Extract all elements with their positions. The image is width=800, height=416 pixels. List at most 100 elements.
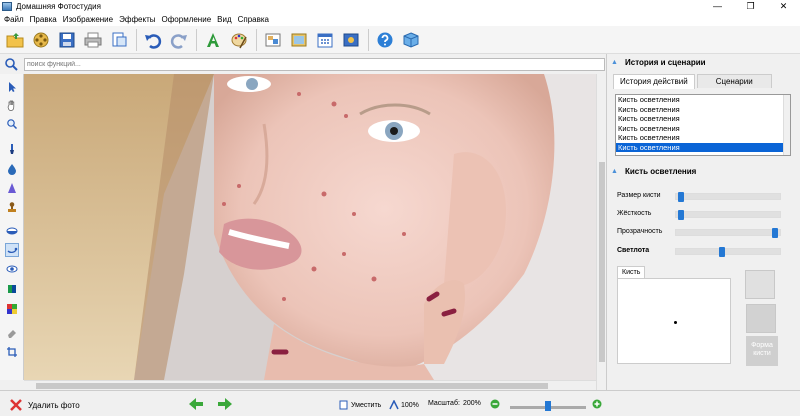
- help-button[interactable]: [374, 29, 396, 51]
- crop-icon: [7, 347, 17, 357]
- hand-tool[interactable]: [5, 98, 19, 112]
- export-button[interactable]: [108, 29, 130, 51]
- brush-icon: [10, 144, 14, 154]
- menu-design[interactable]: Оформление: [161, 15, 211, 24]
- zoom-in-button[interactable]: [592, 399, 602, 409]
- close-button[interactable]: ✕: [767, 0, 800, 13]
- slider-hardness[interactable]: Жёсткость: [617, 209, 787, 220]
- calendar-icon: [317, 33, 333, 47]
- redo-button[interactable]: [168, 29, 190, 51]
- menu-view[interactable]: Вид: [217, 15, 231, 24]
- stamp-tool[interactable]: [5, 200, 19, 214]
- slider-track[interactable]: [675, 192, 781, 202]
- print-button[interactable]: [82, 29, 104, 51]
- text-button[interactable]: [202, 29, 224, 51]
- brush-tool[interactable]: [5, 142, 19, 156]
- slider-knob[interactable]: [677, 192, 684, 202]
- maximize-button[interactable]: ❐: [734, 0, 767, 13]
- brush-header[interactable]: ▲ Кисть осветления: [611, 167, 696, 176]
- frame-button[interactable]: [288, 29, 310, 51]
- history-item[interactable]: Кисть осветления: [616, 105, 790, 115]
- history-item[interactable]: Кисть осветления: [616, 133, 790, 143]
- brush-shape-swatch[interactable]: [745, 270, 775, 299]
- red-eye-tool[interactable]: [5, 224, 19, 238]
- status-bar: Удалить фото Уместить 100% Масштаб: 200%: [0, 390, 800, 416]
- zoom-slider-knob[interactable]: [545, 401, 551, 411]
- blur-tool[interactable]: [5, 162, 19, 176]
- slider-lightness[interactable]: Светлота: [617, 246, 787, 257]
- dodge-tool[interactable]: [5, 243, 19, 257]
- next-photo-button[interactable]: [217, 397, 233, 411]
- menu-file[interactable]: Файл: [4, 15, 24, 24]
- brush-tab[interactable]: Кисть: [617, 266, 646, 278]
- water-drop-icon: [8, 164, 16, 175]
- slider-track[interactable]: [675, 247, 781, 257]
- toolbar-separator: [256, 28, 257, 51]
- history-item[interactable]: Кисть осветления: [616, 124, 790, 134]
- slider-track[interactable]: [675, 210, 781, 220]
- open-photo-button[interactable]: [4, 29, 26, 51]
- menu-help[interactable]: Справка: [238, 15, 269, 24]
- color-squares-icon: [7, 304, 17, 314]
- right-panel: ▲ История и сценарии История действий Сц…: [606, 54, 800, 390]
- color-tool[interactable]: [5, 302, 19, 316]
- slider-track[interactable]: [675, 228, 781, 238]
- save-button[interactable]: [56, 29, 78, 51]
- crop-tool[interactable]: [5, 345, 19, 359]
- menu-effects[interactable]: Эффекты: [119, 15, 155, 24]
- history-scrollbar[interactable]: [783, 95, 790, 155]
- palette-button[interactable]: [228, 29, 250, 51]
- slider-knob[interactable]: [719, 247, 726, 257]
- package-button[interactable]: [400, 29, 422, 51]
- slider-label: Прозрачность: [617, 228, 663, 235]
- actual-size-label: 100%: [401, 401, 419, 409]
- menu-edit[interactable]: Правка: [30, 15, 57, 24]
- photo-canvas[interactable]: [24, 74, 596, 380]
- color-fill-icon: [8, 285, 16, 293]
- slider-brush-size[interactable]: Размер кисти: [617, 191, 787, 202]
- film-button[interactable]: [30, 29, 52, 51]
- eraser-tool[interactable]: [5, 326, 19, 340]
- history-tabs: История действий Сценарии: [613, 74, 793, 89]
- eraser-icon: [8, 330, 16, 338]
- zoom-out-button[interactable]: [490, 399, 500, 409]
- search-input[interactable]: [24, 58, 605, 71]
- portrait-photo: [24, 74, 596, 380]
- brush-shape-swatch[interactable]: [746, 304, 776, 333]
- pointer-tool[interactable]: [5, 80, 19, 94]
- tab-history[interactable]: История действий: [613, 74, 695, 89]
- slider-opacity[interactable]: Прозрачность: [617, 227, 787, 238]
- brush-form-button[interactable]: Форма кисти: [746, 336, 778, 366]
- slider-label: Светлота: [617, 247, 650, 254]
- delete-photo-button[interactable]: Удалить фото: [10, 399, 80, 411]
- minimize-button[interactable]: —: [701, 0, 734, 13]
- vertical-scrollbar[interactable]: [596, 74, 606, 390]
- slider-knob[interactable]: [772, 228, 779, 238]
- history-header[interactable]: ▲ История и сценарии: [611, 58, 706, 67]
- calendar-button[interactable]: [314, 29, 336, 51]
- fill-tool[interactable]: [5, 282, 19, 296]
- postcard-button[interactable]: [340, 29, 362, 51]
- app-icon: [2, 2, 12, 11]
- collage-button[interactable]: [262, 29, 284, 51]
- vertical-scroll-thumb[interactable]: [599, 162, 605, 362]
- horizontal-scroll-thumb[interactable]: [36, 383, 548, 389]
- actual-size-button[interactable]: 100%: [389, 400, 419, 410]
- prev-photo-button[interactable]: [188, 397, 204, 411]
- arrow-left-icon: [189, 398, 203, 410]
- undo-button[interactable]: [142, 29, 164, 51]
- toolbar-separator: [136, 28, 137, 51]
- eye-tool[interactable]: [5, 262, 19, 276]
- menu-image[interactable]: Изображение: [63, 15, 113, 24]
- history-item[interactable]: Кисть осветления: [616, 114, 790, 124]
- zoom-tool[interactable]: [5, 117, 19, 131]
- horizontal-scrollbar[interactable]: [24, 380, 596, 390]
- fit-button[interactable]: Уместить: [339, 400, 381, 410]
- history-item-selected[interactable]: Кисть осветления: [616, 142, 790, 152]
- sharpen-tool[interactable]: [5, 181, 19, 195]
- tab-scenarios[interactable]: Сценарии: [696, 74, 772, 88]
- slider-knob[interactable]: [677, 210, 684, 220]
- history-item[interactable]: Кисть осветления: [616, 95, 790, 105]
- printer-icon: [84, 32, 102, 47]
- hand-icon: [7, 100, 15, 111]
